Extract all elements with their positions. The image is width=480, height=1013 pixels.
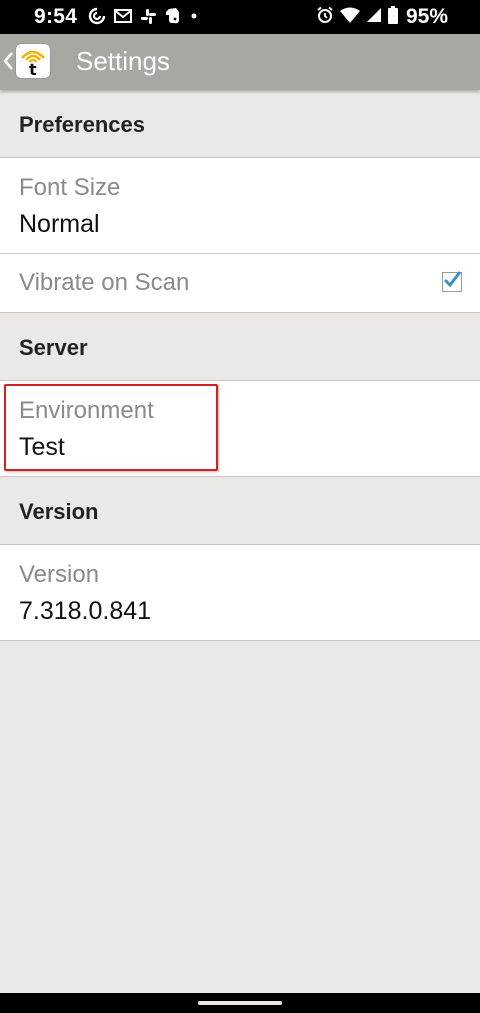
slack-icon [140,8,157,30]
sync-icon [88,7,106,30]
section-header-preferences: Preferences [0,90,480,158]
font-size-setting[interactable]: Font Size Normal [0,158,480,254]
evernote-icon [165,7,181,30]
section-header-server: Server [0,313,480,381]
battery-percentage: 95% [405,5,448,28]
section-header-label: Server [19,335,88,360]
setting-title: Environment [19,397,154,424]
checkmark-icon [443,271,462,288]
app-logo-letter: t [29,60,37,78]
back-button[interactable]: t [0,34,60,90]
setting-value: 7.318.0.841 [19,597,152,625]
navigation-bar [0,993,480,1013]
vibrate-on-scan-setting[interactable]: Vibrate on Scan [0,254,480,313]
cellular-icon [366,7,382,28]
wifi-icon [339,7,360,28]
page-title: Settings [76,46,170,76]
status-time: 9:54 [34,5,78,28]
back-chevron-icon [2,51,14,76]
dot-icon [189,8,199,29]
setting-title: Vibrate on Scan [19,269,190,296]
setting-value: Test [19,433,65,461]
system-status-icons: 95% [316,5,448,29]
app-bar: t Settings [0,34,480,90]
setting-title: Version [19,561,100,588]
status-bar: 9:54 95% [0,0,480,34]
vibrate-checkbox[interactable] [442,271,462,292]
version-setting[interactable]: Version 7.318.0.841 [0,545,480,641]
environment-setting[interactable]: Environment Test [0,381,480,477]
gmail-icon [114,8,132,29]
home-gesture-handle[interactable] [198,1001,282,1005]
app-logo-icon: t [16,44,50,79]
setting-value: Normal [19,210,100,238]
section-header-version: Version [0,477,480,545]
settings-screen: 9:54 95% t Settings Preferences Font Siz… [0,0,480,1013]
section-header-label: Version [19,499,99,524]
setting-title: Font Size [19,174,121,201]
notification-icons [88,7,199,30]
alarm-icon [316,6,334,29]
settings-list: Preferences Font Size Normal Vibrate on … [0,90,480,641]
section-header-label: Preferences [19,112,145,137]
battery-icon [387,5,398,29]
